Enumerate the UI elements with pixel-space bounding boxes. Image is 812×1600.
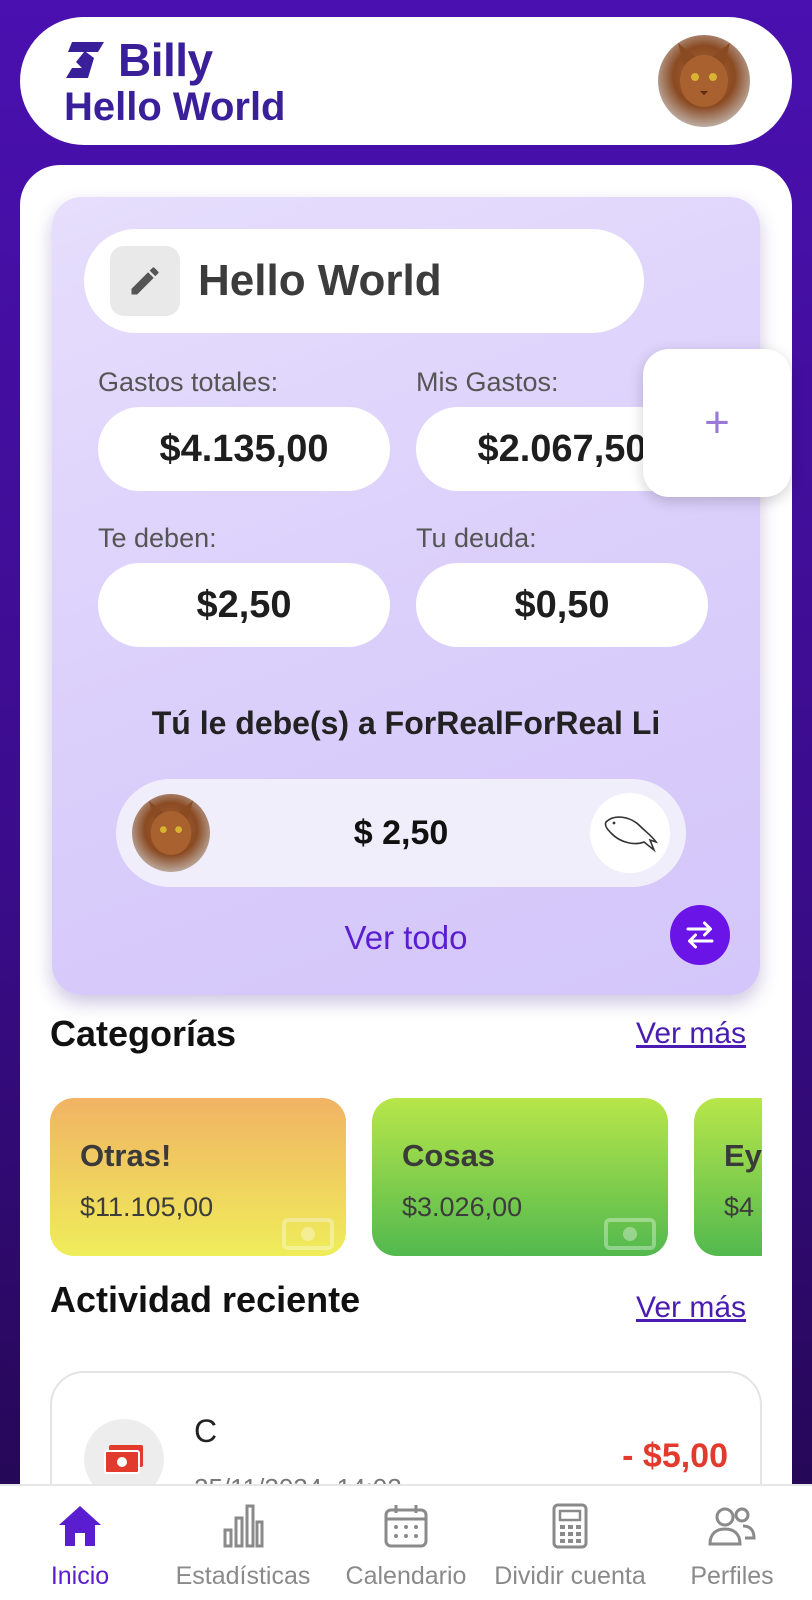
bottom-nav: Inicio Estadísticas Calendario Dividir c… [0,1484,812,1600]
activity-title: C [194,1413,218,1449]
settle-up-button[interactable] [670,905,730,965]
total-expenses-value: $4.135,00 [98,407,390,491]
nav-label: Calendario [345,1562,467,1590]
your-debt-value: $0,50 [416,563,708,647]
nav-label: Estadísticas [175,1562,311,1590]
category-amount: $11.105,00 [80,1192,214,1222]
nav-item-perfiles[interactable]: Perfiles [670,1486,794,1600]
activity-see-more-link[interactable]: Ver más [636,1291,746,1325]
owed-to-you-label: Te deben: [98,523,217,553]
nav-item-dividir-cuenta[interactable]: Dividir cuenta [488,1486,652,1600]
calculator-icon [544,1500,596,1552]
category-amount: $4 [724,1192,755,1222]
nav-item-calendario[interactable]: Calendario [340,1486,472,1600]
owed-to-you-value: $2,50 [98,563,390,647]
main-panel: Hello World Gastos totales: $4.135,00 Mi… [20,165,792,1600]
home-icon [54,1500,106,1552]
edit-group-button[interactable] [110,246,180,316]
nav-item-inicio[interactable]: Inicio [20,1486,140,1600]
category-card[interactable]: Cosas $3.026,00 [372,1098,668,1256]
your-debt-label: Tu deuda: [416,523,537,553]
app-header: Billy Hello World [20,17,792,145]
swap-arrows-icon [686,921,714,949]
categories-see-more-link[interactable]: Ver más [636,1017,746,1051]
billy-logo-icon [66,42,104,78]
category-card[interactable]: Otras! $11.105,00 [50,1098,346,1256]
category-name: Otras! [80,1138,172,1173]
total-expenses-label: Gastos totales: [98,367,279,397]
money-watermark-icon [604,1218,656,1250]
cat-photo-icon [678,43,730,107]
my-expenses-label: Mis Gastos: [416,367,559,397]
add-button[interactable]: + [643,349,791,497]
money-bill-icon [104,1445,143,1474]
nav-label: Inicio [50,1562,110,1590]
brand-name: Billy [118,34,213,86]
bar-chart-icon [217,1500,269,1552]
debt-row[interactable]: $ 2,50 [116,779,686,887]
group-title: Hello World [64,85,286,129]
group-summary-card: Hello World Gastos totales: $4.135,00 Mi… [52,197,760,995]
category-card[interactable]: Ey $4 [694,1098,762,1256]
calendar-icon [380,1500,432,1552]
profile-avatar[interactable] [658,35,750,127]
categories-carousel[interactable]: Otras! $11.105,00 Cosas $3.026,00 Ey $4 [50,1098,762,1256]
people-icon [706,1500,758,1552]
money-watermark-icon [282,1218,334,1250]
activity-amount: - $5,00 [622,1437,728,1475]
category-amount: $3.026,00 [402,1192,523,1222]
see-all-link[interactable]: Ver todo [52,919,760,957]
recent-activity-title: Actividad reciente [50,1279,361,1320]
category-name: Cosas [402,1138,496,1173]
category-name: Ey [724,1138,762,1173]
nav-item-estadisticas[interactable]: Estadísticas [163,1486,323,1600]
group-name: Hello World [198,256,442,305]
debtor-avatar [590,793,670,873]
nav-label: Perfiles [690,1562,774,1590]
pencil-icon [131,267,159,295]
owe-title: Tú le debe(s) a ForRealForReal Li [151,705,661,741]
categories-title: Categorías [50,1013,237,1054]
nav-label: Dividir cuenta [494,1562,646,1590]
shark-sketch-icon [604,816,658,853]
group-name-pill: Hello World [84,229,644,333]
logo: Billy [64,33,213,87]
